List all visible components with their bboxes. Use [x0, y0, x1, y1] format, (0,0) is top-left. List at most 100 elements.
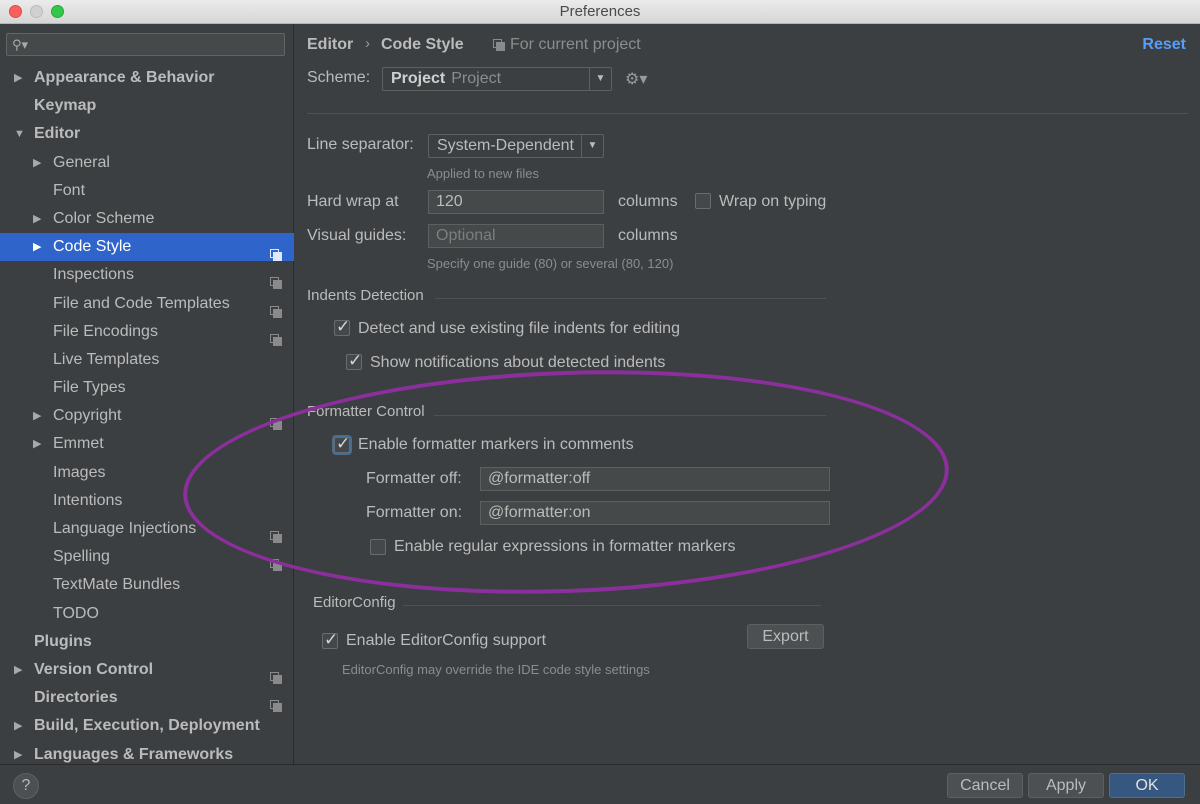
- sidebar-item-version-control[interactable]: ▶ Version Control: [0, 656, 294, 684]
- wrap-on-typing-label[interactable]: Wrap on typing: [719, 193, 826, 211]
- sidebar-item-directories[interactable]: Directories: [0, 684, 294, 713]
- sidebar-item-label: General: [53, 153, 110, 171]
- collapsed-arrow-icon[interactable]: ▶: [33, 430, 41, 458]
- sidebar-item-general[interactable]: ▶ General: [0, 149, 294, 177]
- sidebar-item-label: TextMate Bundles: [53, 576, 181, 594]
- sidebar-item-file-encodings[interactable]: File Encodings: [0, 318, 294, 346]
- project-scope-icon: [270, 299, 282, 318]
- show-notifications-checkbox[interactable]: [346, 351, 362, 371]
- breadcrumb-editor[interactable]: Editor: [307, 36, 353, 54]
- sidebar-item-label: Version Control: [34, 660, 154, 678]
- sidebar-item-textmate-bundles[interactable]: TextMate Bundles: [0, 571, 294, 599]
- sidebar-item-todo[interactable]: TODO: [0, 600, 294, 628]
- indents-detection-title: Indents Detection: [307, 287, 424, 304]
- columns-label: columns: [618, 227, 678, 244]
- sidebar-item-plugins[interactable]: Plugins: [0, 628, 294, 656]
- expanded-arrow-icon[interactable]: ▼: [14, 120, 25, 148]
- editorconfig-hint: EditorConfig may override the IDE code s…: [342, 662, 650, 677]
- sidebar-item-keymap[interactable]: Keymap: [0, 92, 294, 120]
- project-scope-icon: [270, 524, 282, 543]
- sidebar-item-label: Directories: [34, 689, 118, 707]
- collapsed-arrow-icon[interactable]: ▶: [33, 233, 41, 261]
- divider: [403, 605, 821, 606]
- editorconfig-checkbox[interactable]: [322, 630, 338, 650]
- formatter-markers-checkbox[interactable]: [334, 434, 350, 454]
- help-button[interactable]: ?: [13, 773, 39, 799]
- collapsed-arrow-icon[interactable]: ▶: [33, 402, 41, 430]
- gear-icon[interactable]: ⚙▾: [625, 69, 647, 89]
- sidebar-item-label: File Types: [53, 379, 126, 397]
- reset-link[interactable]: Reset: [1142, 36, 1186, 54]
- detect-indents-checkbox[interactable]: [334, 317, 350, 337]
- chevron-down-icon: ▼: [589, 68, 611, 90]
- scheme-dropdown[interactable]: Project Project ▼: [382, 67, 612, 91]
- sidebar-item-label: Emmet: [53, 435, 104, 453]
- editorconfig-title: EditorConfig: [313, 594, 396, 611]
- sidebar-item-label: Intentions: [53, 491, 123, 509]
- title-bar: Preferences: [0, 0, 1200, 24]
- export-button[interactable]: Export: [747, 624, 824, 649]
- collapsed-arrow-icon[interactable]: ▶: [14, 64, 22, 92]
- sidebar-item-color-scheme[interactable]: ▶ Color Scheme: [0, 205, 294, 233]
- formatter-regex-checkbox[interactable]: [370, 539, 386, 555]
- visual-guides-label: Visual guides:: [307, 227, 407, 244]
- visual-guides-hint: Specify one guide (80) or several (80, 1…: [427, 256, 674, 271]
- sidebar-item-label: Spelling: [53, 548, 110, 566]
- hard-wrap-label: Hard wrap at: [307, 193, 399, 210]
- formatter-regex-label[interactable]: Enable regular expressions in formatter …: [394, 538, 735, 556]
- sidebar-item-language-injections[interactable]: Language Injections: [0, 515, 294, 543]
- settings-tree: ▶ Appearance & Behavior Keymap ▼ Editor ▶ Gene…: [0, 64, 294, 769]
- search-input[interactable]: ⚲▾: [6, 33, 285, 56]
- for-project-label: For current project: [510, 36, 641, 53]
- sidebar-item-label: Code Style: [53, 238, 132, 256]
- line-separator-dropdown[interactable]: System-Dependent ▼: [428, 134, 604, 158]
- scheme-sub: Project: [451, 70, 502, 87]
- sidebar-item-font[interactable]: Font: [0, 177, 294, 205]
- formatter-off-input[interactable]: @formatter:off: [480, 467, 830, 491]
- project-scope-icon: [270, 242, 282, 262]
- divider: [434, 415, 826, 416]
- sidebar-item-label: Images: [53, 463, 106, 481]
- hard-wrap-input[interactable]: 120: [428, 190, 604, 214]
- sidebar-item-live-templates[interactable]: Live Templates: [0, 346, 294, 374]
- sidebar-item-inspections[interactable]: Inspections: [0, 261, 294, 290]
- sidebar-item-appearance-behavior[interactable]: ▶ Appearance & Behavior: [0, 64, 294, 92]
- cancel-button[interactable]: Cancel: [947, 773, 1023, 798]
- collapsed-arrow-icon[interactable]: ▶: [33, 205, 41, 233]
- columns-label: columns: [618, 193, 678, 210]
- formatter-on-input[interactable]: @formatter:on: [480, 501, 830, 525]
- sidebar-item-label: Font: [53, 181, 86, 199]
- project-scope-icon: [270, 327, 282, 346]
- editorconfig-label[interactable]: Enable EditorConfig support: [346, 632, 546, 650]
- visual-guides-input[interactable]: Optional: [428, 224, 604, 248]
- ok-button[interactable]: OK: [1109, 773, 1185, 798]
- sidebar-item-editor[interactable]: ▼ Editor: [0, 120, 294, 148]
- apply-button[interactable]: Apply: [1028, 773, 1104, 798]
- sidebar-item-images[interactable]: Images: [0, 459, 294, 487]
- sidebar-item-file-types[interactable]: File Types: [0, 374, 294, 402]
- sidebar-item-build-execution-deployment[interactable]: ▶ Build, Execution, Deployment: [0, 712, 294, 740]
- sidebar-item-spelling[interactable]: Spelling: [0, 543, 294, 572]
- collapsed-arrow-icon[interactable]: ▶: [33, 149, 41, 177]
- dialog-button-bar: ? Cancel Apply OK: [0, 764, 1200, 804]
- sidebar-item-emmet[interactable]: ▶ Emmet: [0, 430, 294, 458]
- project-scope-icon: [270, 693, 282, 713]
- show-notifications-label[interactable]: Show notifications about detected indent…: [370, 354, 665, 372]
- collapsed-arrow-icon[interactable]: ▶: [14, 656, 22, 684]
- sidebar-item-label: Keymap: [34, 97, 97, 115]
- sidebar-item-copyright[interactable]: ▶ Copyright: [0, 402, 294, 431]
- sidebar-item-intentions[interactable]: Intentions: [0, 487, 294, 515]
- for-project-note: For current project: [493, 36, 641, 54]
- page-title: Code Style: [381, 36, 464, 53]
- sidebar-item-code-style[interactable]: ▶ Code Style: [0, 233, 294, 262]
- collapsed-arrow-icon[interactable]: ▶: [14, 712, 22, 740]
- wrap-on-typing-checkbox[interactable]: [695, 193, 711, 209]
- scheme-name: Project: [391, 70, 446, 87]
- sidebar-item-label: Plugins: [34, 632, 92, 650]
- sidebar-item-label: TODO: [53, 604, 99, 622]
- line-separator-label: Line separator:: [307, 136, 414, 153]
- sidebar-item-file-and-code-templates[interactable]: File and Code Templates: [0, 290, 294, 318]
- detect-indents-label[interactable]: Detect and use existing file indents for…: [358, 320, 680, 338]
- formatter-markers-label[interactable]: Enable formatter markers in comments: [358, 436, 634, 454]
- formatter-on-label: Formatter on:: [366, 504, 463, 521]
